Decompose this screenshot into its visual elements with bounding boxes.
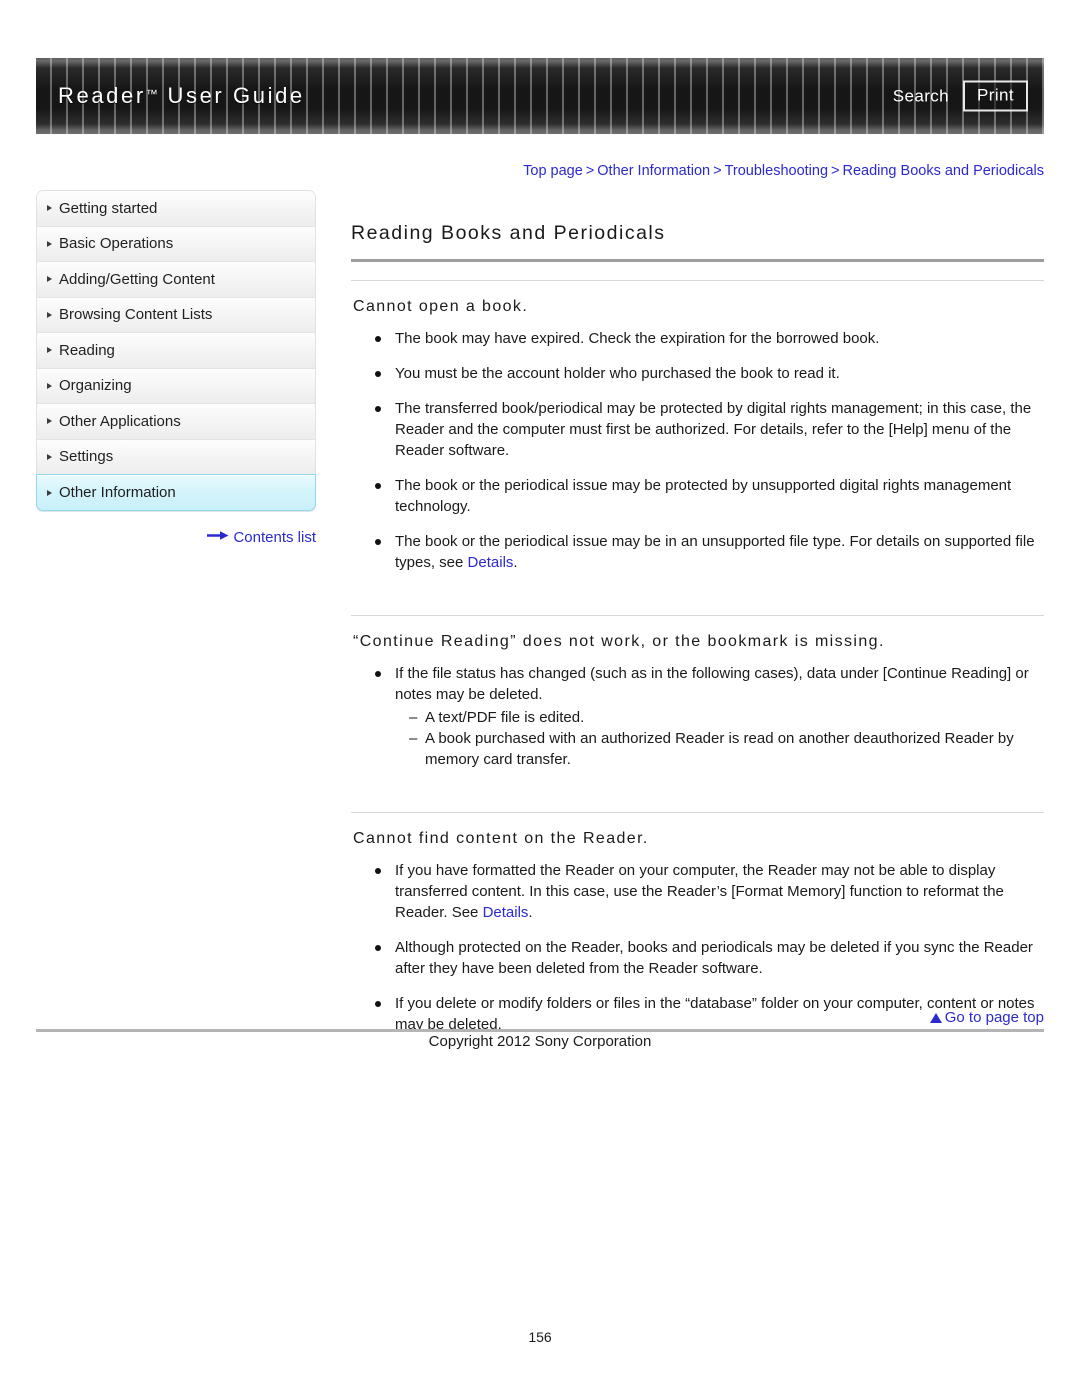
sidebar-item-basic-operations[interactable]: Basic Operations bbox=[37, 226, 315, 262]
app-title-main: Reader bbox=[58, 83, 146, 108]
bullet-list: The book may have expired. Check the exp… bbox=[351, 328, 1044, 573]
chevron-right-icon bbox=[47, 276, 52, 283]
bullet-list: If the file status has changed (such as … bbox=[351, 663, 1044, 770]
details-link[interactable]: Details bbox=[483, 904, 529, 921]
go-to-page-top-link[interactable]: Go to page top bbox=[351, 1009, 1044, 1026]
sidebar-item-label: Browsing Content Lists bbox=[59, 306, 213, 324]
section-title: Cannot find content on the Reader. bbox=[353, 830, 649, 847]
contents-list-label: Contents list bbox=[233, 529, 316, 546]
breadcrumb-separator: > bbox=[831, 163, 840, 179]
page-title: Reading Books and Periodicals bbox=[351, 222, 666, 244]
sub-list: A text/PDF file is edited.A book purchas… bbox=[395, 707, 1044, 770]
sidebar-item-adding-getting-content[interactable]: Adding/Getting Content bbox=[37, 262, 315, 298]
search-button[interactable]: Search bbox=[893, 86, 949, 106]
sidebar-item-settings[interactable]: Settings bbox=[37, 439, 315, 475]
app-title: Reader™ User Guide bbox=[58, 83, 305, 109]
list-item: The transferred book/periodical may be p… bbox=[373, 398, 1044, 461]
breadcrumb-item[interactable]: Other Information bbox=[597, 163, 710, 179]
chevron-right-icon bbox=[47, 418, 52, 425]
sidebar-item-label: Other Information bbox=[59, 484, 176, 501]
go-to-page-top-label: Go to page top bbox=[944, 1009, 1044, 1026]
breadcrumb-separator: > bbox=[585, 163, 595, 179]
sidebar-item-organizing[interactable]: Organizing bbox=[37, 368, 315, 404]
arrow-right-icon bbox=[207, 528, 229, 545]
sub-list-item: A text/PDF file is edited. bbox=[409, 707, 1044, 728]
section-title: Cannot open a book. bbox=[353, 298, 529, 315]
chevron-right-icon bbox=[47, 311, 52, 318]
triangle-up-icon bbox=[929, 1013, 942, 1023]
chevron-right-icon bbox=[47, 453, 52, 460]
list-item: If you have formatted the Reader on your… bbox=[373, 860, 1044, 923]
sidebar-item-other-applications[interactable]: Other Applications bbox=[37, 404, 315, 440]
list-item: You must be the account holder who purch… bbox=[373, 363, 1044, 384]
sidebar-item-browsing-content-lists[interactable]: Browsing Content Lists bbox=[37, 297, 315, 333]
sidebar-item-label: Basic Operations bbox=[59, 235, 174, 253]
trademark-symbol: ™ bbox=[145, 87, 159, 101]
sidebar-item-label: Adding/Getting Content bbox=[59, 270, 215, 288]
header-actions: Search Print bbox=[893, 80, 1028, 112]
breadcrumb-item[interactable]: Top page bbox=[523, 163, 583, 179]
sidebar-item-label: Other Applications bbox=[59, 412, 181, 430]
sidebar-item-getting-started[interactable]: Getting started bbox=[37, 191, 315, 227]
copyright-text: Copyright 2012 Sony Corporation bbox=[428, 1033, 652, 1050]
page-number: 156 bbox=[528, 1329, 552, 1345]
chevron-right-icon bbox=[47, 205, 52, 212]
sidebar-item-reading[interactable]: Reading bbox=[37, 333, 315, 369]
details-link[interactable]: Details bbox=[468, 554, 514, 571]
chevron-right-icon bbox=[47, 347, 52, 354]
print-button[interactable]: Print bbox=[963, 80, 1028, 112]
list-item: Although protected on the Reader, books … bbox=[373, 937, 1044, 979]
sidebar-item-label: Settings bbox=[59, 448, 114, 466]
sections-container: Cannot open a book. The book may have exp… bbox=[351, 262, 1044, 1035]
list-item: If the file status has changed (such as … bbox=[373, 663, 1044, 770]
chevron-right-icon bbox=[47, 489, 52, 496]
section-title: “Continue Reading” does not work, or the… bbox=[353, 633, 885, 650]
footer-divider bbox=[36, 1029, 1044, 1032]
sidebar-nav: Getting started Basic Operations Adding/Ge… bbox=[36, 190, 316, 512]
list-item: The book or the periodical issue may be … bbox=[373, 531, 1044, 573]
contents-list-link[interactable]: Contents list bbox=[36, 528, 316, 546]
list-item: The book or the periodical issue may be … bbox=[373, 475, 1044, 517]
chevron-right-icon bbox=[47, 240, 52, 247]
sidebar-item-label: Organizing bbox=[59, 377, 132, 395]
breadcrumb-item[interactable]: Troubleshooting bbox=[725, 163, 828, 179]
chevron-right-icon bbox=[47, 382, 52, 389]
app-title-rest: User Guide bbox=[158, 83, 305, 108]
sidebar-item-label: Reading bbox=[59, 341, 115, 359]
list-item: The book may have expired. Check the exp… bbox=[373, 328, 1044, 349]
sidebar-item-label: Getting started bbox=[59, 199, 158, 217]
site-header: Reader™ User Guide Search Print bbox=[36, 58, 1044, 134]
breadcrumb: Top page > Other Information > Troubleshooti… bbox=[36, 163, 1044, 179]
breadcrumb-item[interactable]: Reading Books and Periodicals bbox=[842, 163, 1044, 179]
sidebar-item-other-information[interactable]: Other Information bbox=[36, 474, 316, 511]
user-guide-page: Reader™ User Guide Search Print Top page… bbox=[0, 0, 1080, 1397]
sub-list-item: A book purchased with an authorized Read… bbox=[409, 728, 1044, 770]
main-content: Reading Books and Periodicals Cannot ope… bbox=[351, 222, 1044, 1049]
breadcrumb-separator: > bbox=[713, 163, 722, 179]
